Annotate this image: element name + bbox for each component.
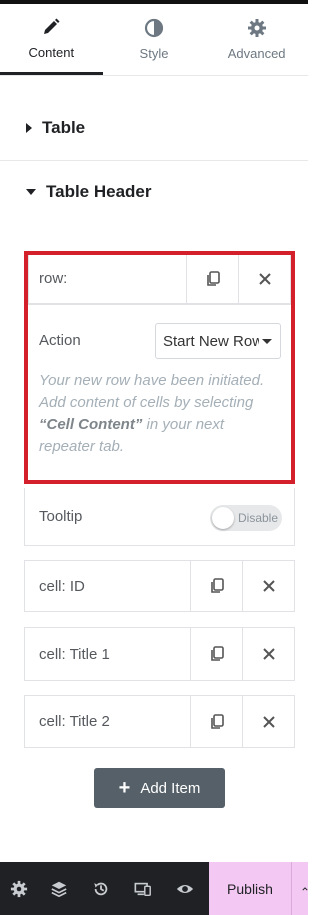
remove-button[interactable] [242,628,294,680]
tab-content-label: Content [28,44,75,60]
close-icon [262,580,275,592]
tab-style-label: Style [139,46,169,61]
toggle-text: Disable [238,511,279,525]
tab-content[interactable]: Content [0,4,103,75]
tooltip-toggle[interactable]: Disable [210,505,282,531]
repeater-item-title[interactable]: cell: ID [25,561,190,611]
section-table[interactable]: Table [0,95,308,161]
repeater-item-cell: cell: ID [24,560,295,612]
gear-icon [247,19,266,37]
highlight-box [24,251,295,484]
duplicate-button[interactable] [190,561,242,611]
half-circle-icon [144,18,164,38]
copy-icon [210,646,224,661]
settings-button[interactable] [0,862,38,915]
navigator-button[interactable] [38,862,80,915]
duplicate-button[interactable] [190,696,242,747]
publish-options-button[interactable] [291,862,308,915]
history-button[interactable] [80,862,122,915]
repeater-item-title[interactable]: cell: Title 1 [25,628,190,680]
repeater-item-title[interactable]: cell: Title 2 [25,696,190,747]
add-item-label: Add Item [140,779,201,797]
repeater-item-cell: cell: Title 1 [24,627,295,681]
copy-icon [210,713,224,729]
tooltip-control: Tooltip Disable [24,488,295,546]
responsive-icon [134,882,151,896]
remove-button[interactable] [242,696,294,747]
tooltip-label: Tooltip [39,508,83,525]
footer-toolbar: Publish [0,862,308,915]
section-table-label: Table [42,118,86,137]
chevron-up-icon [302,886,308,890]
remove-button[interactable] [242,561,294,611]
toggle-knob [212,507,234,529]
pencil-icon [44,18,60,34]
add-item-button[interactable]: + Add Item [94,768,225,808]
duplicate-button[interactable] [190,628,242,680]
gear-icon [10,880,28,897]
layers-icon [51,881,67,897]
close-icon [262,648,275,660]
close-icon [262,715,275,728]
tab-advanced-label: Advanced [227,46,286,61]
caret-down-icon [26,189,36,195]
publish-button[interactable]: Publish [209,862,291,915]
eye-icon [176,884,194,893]
repeater-item-cell: cell: Title 2 [24,695,295,748]
copy-icon [210,578,224,593]
panel-tabs: Content Style Advanced [0,4,308,76]
preview-button[interactable] [164,862,206,915]
section-table-header-label: Table Header [46,182,152,201]
caret-right-icon [26,123,32,133]
section-table-header[interactable]: Table Header [0,159,308,225]
tab-style[interactable]: Style [103,4,206,75]
history-icon [94,882,108,895]
tab-advanced[interactable]: Advanced [205,4,308,75]
responsive-mode-button[interactable] [122,862,164,915]
plus-icon: + [118,777,131,799]
